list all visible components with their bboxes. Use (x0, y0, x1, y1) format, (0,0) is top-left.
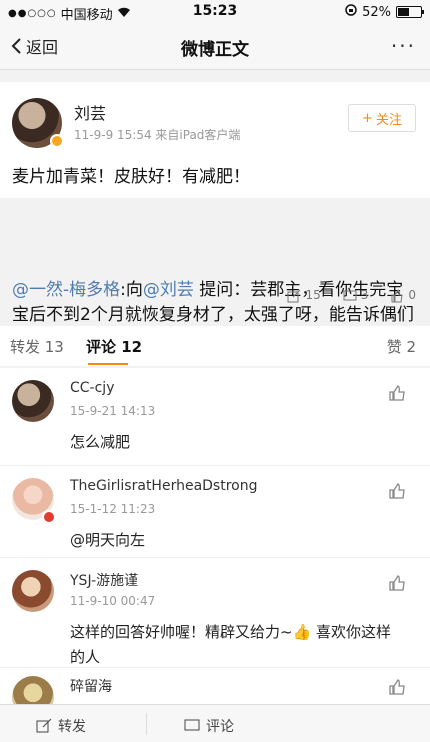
mention-link[interactable]: @一然-梅多格 (12, 280, 120, 300)
repost-count-label: 15 (305, 288, 321, 302)
repost-count[interactable]: 15 (287, 283, 321, 308)
commenter-name[interactable]: 碎留海 (70, 676, 112, 696)
like-count[interactable]: 0 (390, 283, 416, 308)
bottom-toolbar: 转发 评论 (0, 704, 430, 742)
reposted-content[interactable]: @一然-梅多格:向@刘芸 提问：芸郡主，看你生完宝宝后不到2个月就恢复身材了，太… (0, 198, 430, 350)
comment-date: 15-1-12 11:23 (70, 502, 156, 516)
comment-count[interactable]: 3 (343, 283, 369, 308)
thumbs-up-icon[interactable] (388, 574, 406, 592)
list-item: YSJ-游施谨 11-9-10 00:47 这样的回答好帅喔！精辟又给力~👍 喜… (0, 558, 430, 668)
like-count-label: 0 (408, 288, 416, 302)
tab-like[interactable]: 赞 2 (387, 336, 416, 357)
mention-link[interactable]: @刘芸 (143, 280, 194, 300)
comment-icon (184, 719, 200, 731)
list-item: 碎留海 (0, 668, 430, 718)
active-tab-indicator (88, 363, 128, 365)
rotation-lock-icon (345, 4, 357, 20)
member-badge-icon (42, 510, 56, 524)
comment-date: 11-9-10 00:47 (70, 594, 156, 608)
follow-label: 关注 (375, 112, 402, 128)
comment-list: CC-cjy 15-9-21 14:13 怎么减肥 TheGirlisratHe… (0, 368, 430, 718)
verified-badge-icon (50, 134, 64, 148)
repost-prefix: :向 (120, 280, 143, 300)
post-text: 麦片加青菜！皮肤好！有减肥！ (12, 167, 250, 187)
tab-comment[interactable]: 评论 12 (86, 336, 142, 357)
comment-count-label: 3 (360, 288, 369, 302)
battery-icon (396, 6, 424, 18)
commenter-name[interactable]: TheGirlisratHerheaDstrong (70, 478, 257, 494)
repost-button-label: 转发 (58, 719, 86, 735)
list-item: CC-cjy 15-9-21 14:13 怎么减肥 (0, 368, 430, 466)
weibo-post: 刘芸 11-9-9 15:54 来自iPad客户端 + 关注 麦片加青菜！皮肤好… (0, 82, 430, 350)
edit-icon (36, 718, 52, 733)
commenter-avatar[interactable] (12, 380, 54, 422)
comment-date: 15-9-21 14:13 (70, 404, 156, 418)
commenter-avatar[interactable] (12, 570, 54, 612)
comment-text: 怎么减肥 (70, 433, 131, 451)
thumbs-up-icon[interactable] (388, 678, 406, 696)
comment-icon (343, 290, 357, 300)
nav-bar: 返回 微博正文 ··· (0, 24, 430, 70)
battery-percent: 52% (362, 4, 391, 20)
page-title: 微博正文 (181, 40, 249, 60)
comment-tabs: 转发 13 评论 12 赞 2 (0, 326, 430, 366)
status-bar: ●●○○○ 中国移动 15:23 52% (0, 0, 430, 24)
plus-icon: + (362, 110, 373, 126)
repost-button[interactable]: 转发 (36, 716, 86, 736)
repost-stats: 15 3 0 (287, 283, 416, 308)
author-name[interactable]: 刘芸 (74, 100, 106, 124)
comment-button[interactable]: 评论 (184, 716, 234, 736)
follow-button[interactable]: + 关注 (348, 104, 416, 132)
commenter-name[interactable]: CC-cjy (70, 380, 114, 396)
thumbs-up-icon[interactable] (388, 384, 406, 402)
comment-button-label: 评论 (206, 719, 234, 735)
commenter-name[interactable]: YSJ-游施谨 (70, 570, 138, 590)
comment-text: 这样的回答好帅喔！精辟又给力~👍 喜欢你这样的人 (70, 623, 392, 666)
comment-text[interactable]: @明天向左 (70, 528, 400, 553)
list-item: TheGirlisratHerheaDstrong 15-1-12 11:23 … (0, 466, 430, 558)
divider (146, 713, 147, 735)
edit-icon (287, 289, 301, 302)
tab-repost[interactable]: 转发 13 (10, 336, 64, 357)
thumbs-up-icon[interactable] (388, 482, 406, 500)
more-options-button[interactable]: ··· (391, 34, 416, 58)
thumbs-up-icon (391, 288, 403, 302)
post-meta: 11-9-9 15:54 来自iPad客户端 (74, 128, 241, 142)
